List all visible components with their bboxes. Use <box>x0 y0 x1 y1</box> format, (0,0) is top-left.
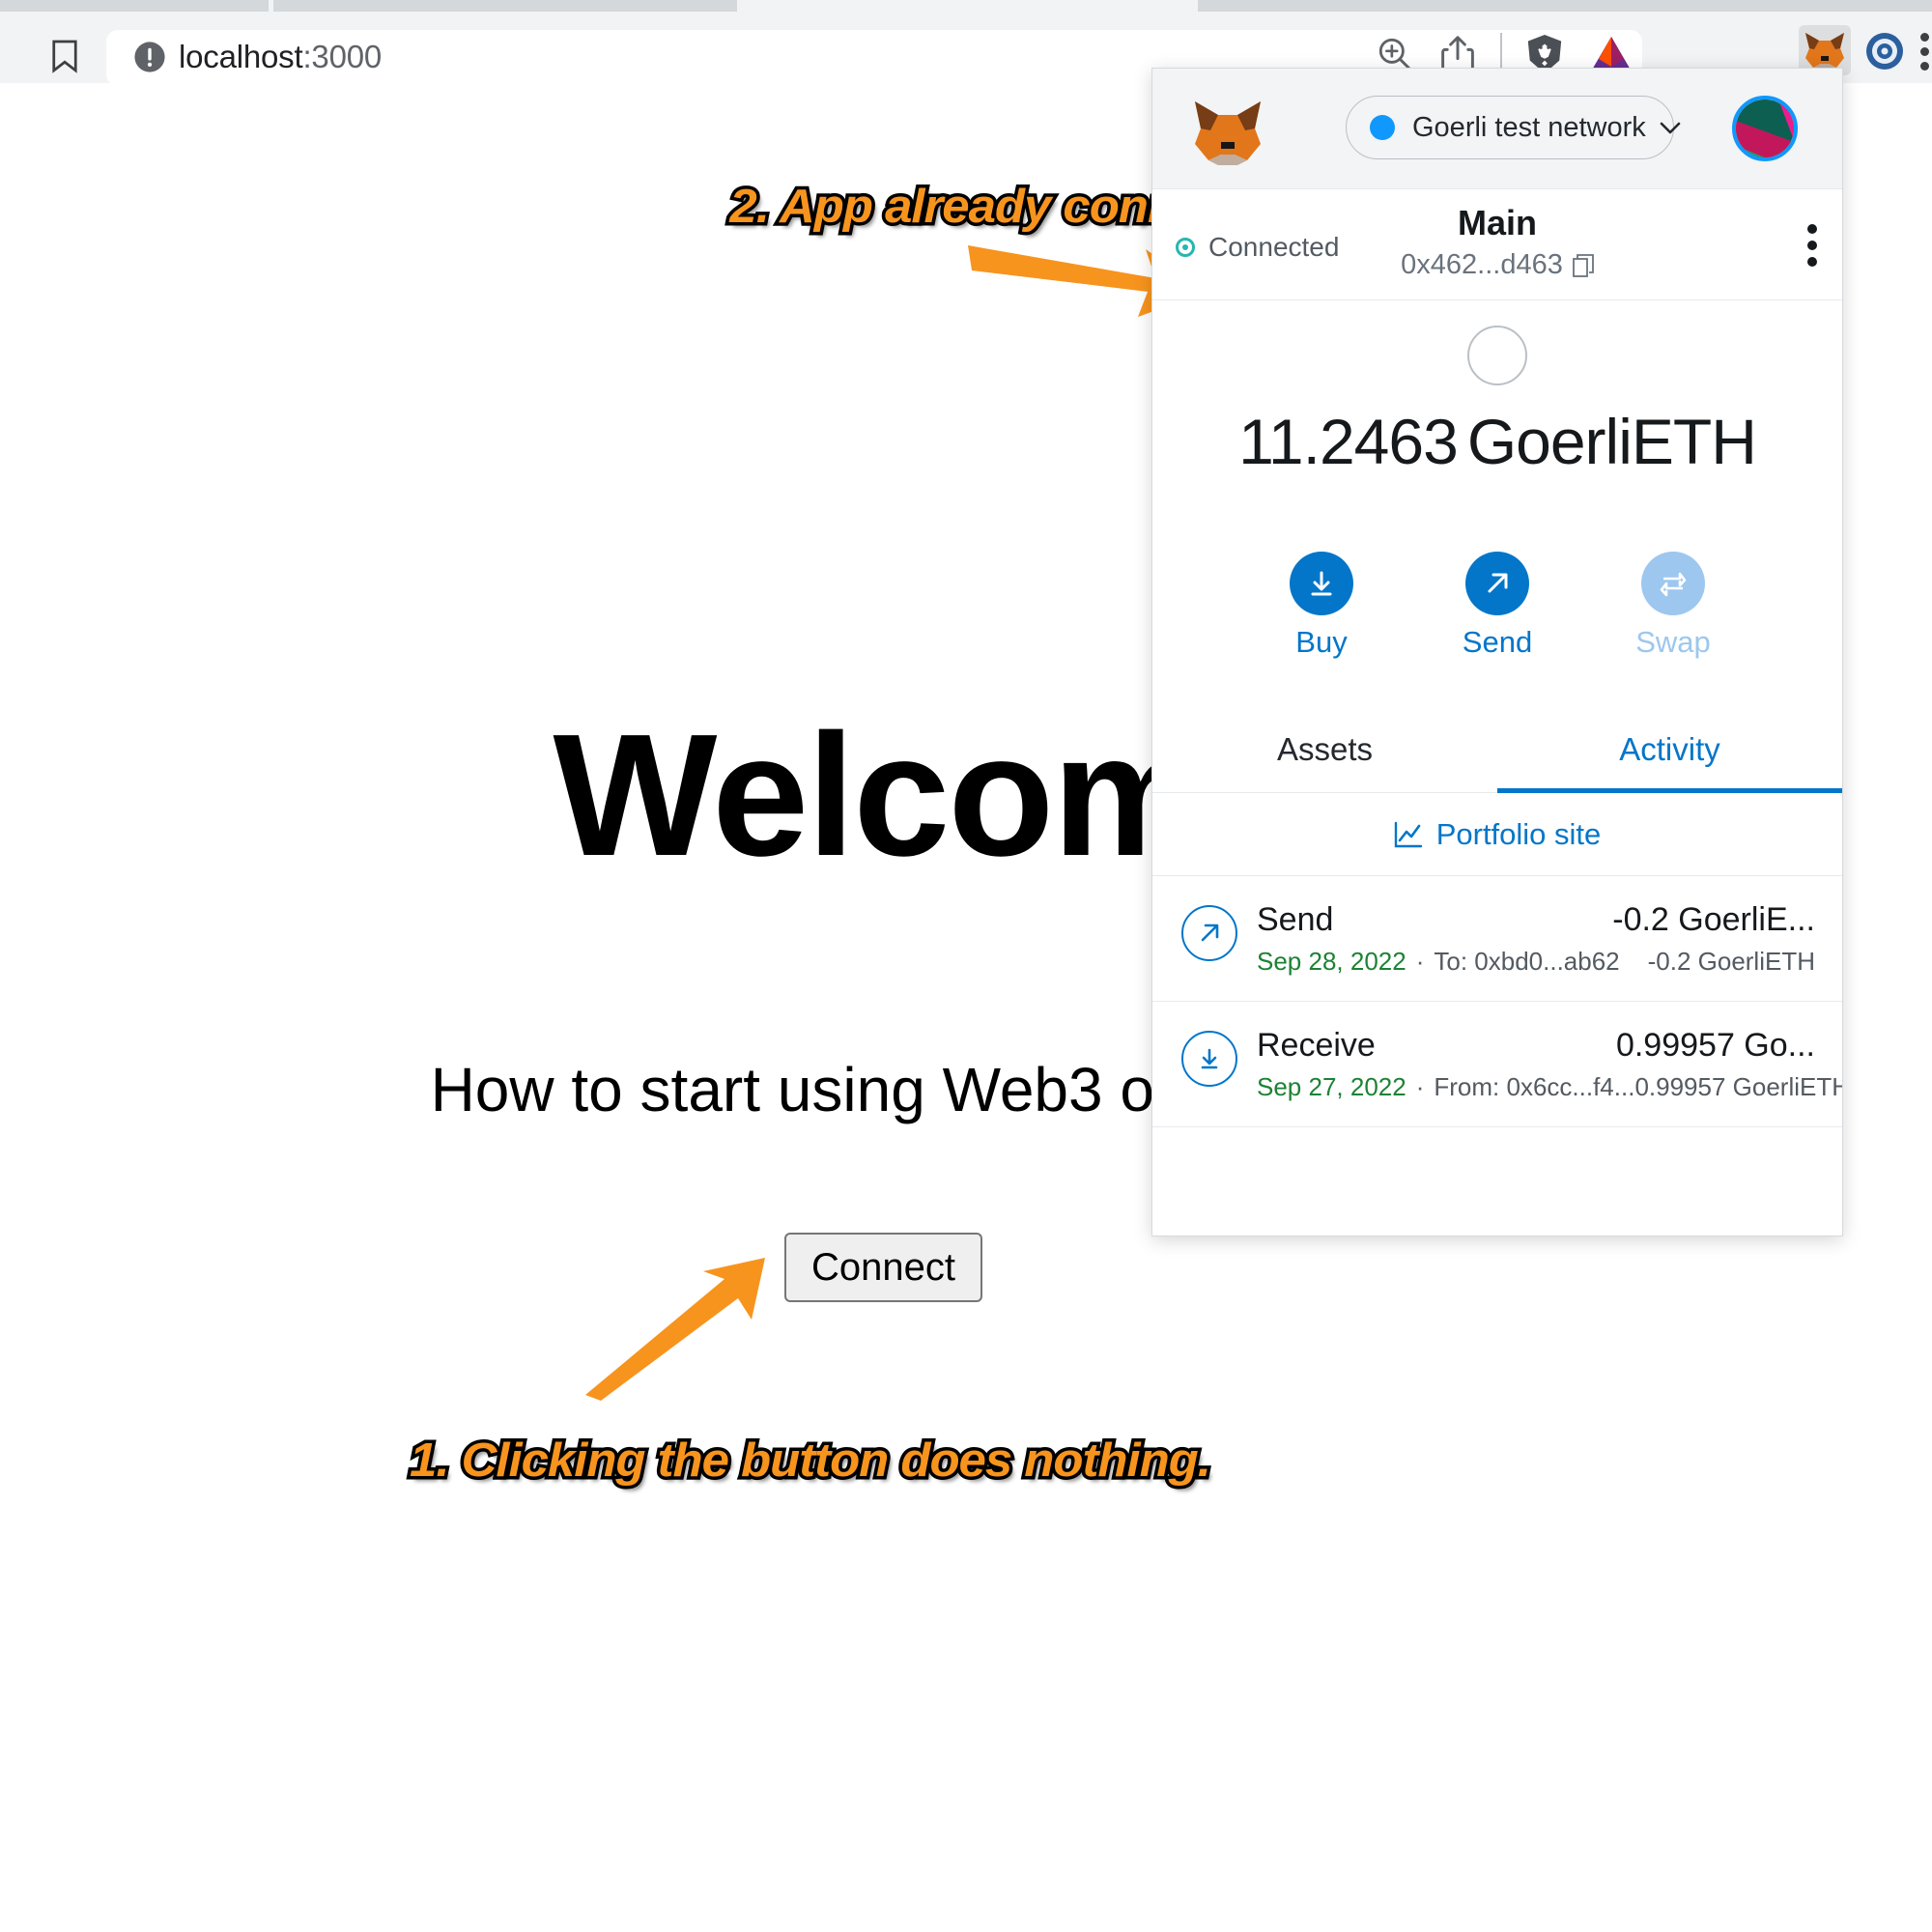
swap-button[interactable]: Swap <box>1615 552 1731 706</box>
transaction-title: Receive <box>1257 1027 1376 1064</box>
wallet-tabs: Assets Activity <box>1152 706 1842 793</box>
balance-unit: GoerliETH <box>1466 406 1757 477</box>
transaction-sub-amount: 0.99957 GoerliETH <box>1634 1072 1843 1101</box>
chevron-down-icon <box>1660 122 1681 133</box>
url-host: localhost <box>179 39 303 74</box>
transaction-amount: 0.99957 Go... <box>1615 1027 1815 1064</box>
transaction-counterparty: From: 0x6cc...f4... <box>1434 1072 1635 1101</box>
account-name: Main <box>1457 203 1537 242</box>
buy-button[interactable]: Buy <box>1264 552 1379 706</box>
network-status-dot <box>1370 115 1395 140</box>
transaction-amount: -0.2 GoerliE... <box>1612 901 1815 938</box>
connect-button[interactable]: Connect <box>784 1233 982 1302</box>
transaction-separator: · <box>1415 947 1425 976</box>
table-row[interactable]: Receive 0.99957 Go... Sep 27, 2022 · Fro… <box>1152 1002 1842 1127</box>
annotation-arrow-1 <box>585 1258 765 1401</box>
transaction-date: Sep 28, 2022 <box>1257 947 1406 976</box>
balance-display: 11.2463 GoerliETH <box>1152 405 1842 478</box>
token-icon <box>1467 326 1527 385</box>
account-identicon <box>1736 99 1794 157</box>
avatar[interactable] <box>1732 96 1798 161</box>
copy-icon[interactable] <box>1572 253 1594 277</box>
download-arrow-icon <box>1290 552 1353 615</box>
url-text[interactable]: localhost:3000 <box>179 39 382 75</box>
chart-line-icon <box>1394 821 1422 847</box>
metamask-header: Goerli test network <box>1152 69 1842 189</box>
browser-tab[interactable] <box>273 0 737 12</box>
tab-assets[interactable]: Assets <box>1152 706 1497 792</box>
send-label: Send <box>1462 625 1533 659</box>
network-label: Goerli test network <box>1412 111 1646 143</box>
screenshot-root: localhost:3000 Welcome How to start usin… <box>0 0 1932 1932</box>
wallet-extension-icon[interactable] <box>1864 31 1905 71</box>
metamask-fox-icon <box>1805 33 1844 71</box>
metamask-fox-icon <box>1195 101 1261 165</box>
transaction-sub-amount: -0.2 GoerliETH <box>1647 947 1815 976</box>
metamask-popup: Goerli test network Connected Main 0x462… <box>1151 68 1843 1236</box>
network-selector[interactable]: Goerli test network <box>1346 96 1681 159</box>
account-section: Connected Main 0x462...d463 <box>1152 189 1842 300</box>
table-row[interactable]: Send -0.2 GoerliE... Sep 28, 2022 · To: … <box>1152 876 1842 1002</box>
browser-tab[interactable] <box>0 0 269 12</box>
wallet-actions: Buy Send Swap <box>1152 552 1842 706</box>
transaction-date: Sep 27, 2022 <box>1257 1072 1406 1101</box>
send-button[interactable]: Send <box>1439 552 1555 706</box>
download-arrow-icon <box>1181 1031 1237 1087</box>
portfolio-site-link[interactable]: Portfolio site <box>1152 793 1842 876</box>
annotation-text-1: 1. Clicking the button does nothing. <box>406 1432 1214 1491</box>
account-options-menu[interactable] <box>1807 224 1817 267</box>
browser-tab[interactable] <box>1198 0 1932 12</box>
buy-label: Buy <box>1295 625 1348 659</box>
swap-label: Swap <box>1635 625 1711 659</box>
info-circle-icon[interactable] <box>133 41 166 73</box>
bookmark-icon[interactable] <box>50 39 79 73</box>
balance-amount: 11.2463 <box>1238 406 1459 477</box>
browser-tabstrip <box>0 0 1932 12</box>
account-address: 0x462...d463 <box>1401 249 1563 280</box>
url-port: :3000 <box>302 39 383 74</box>
arrow-up-right-icon <box>1181 905 1237 961</box>
arrow-up-right-icon <box>1465 552 1529 615</box>
portfolio-site-label: Portfolio site <box>1435 816 1602 851</box>
account-address-row[interactable]: 0x462...d463 <box>1152 249 1842 281</box>
transaction-separator: · <box>1415 1072 1425 1101</box>
tab-activity[interactable]: Activity <box>1497 706 1842 793</box>
browser-menu-icon[interactable] <box>1920 33 1930 71</box>
transaction-title: Send <box>1257 901 1334 938</box>
swap-arrows-icon <box>1641 552 1705 615</box>
transaction-counterparty: To: 0xbd0...ab62 <box>1434 947 1620 976</box>
balance-section: 11.2463 GoerliETH <box>1152 300 1842 552</box>
